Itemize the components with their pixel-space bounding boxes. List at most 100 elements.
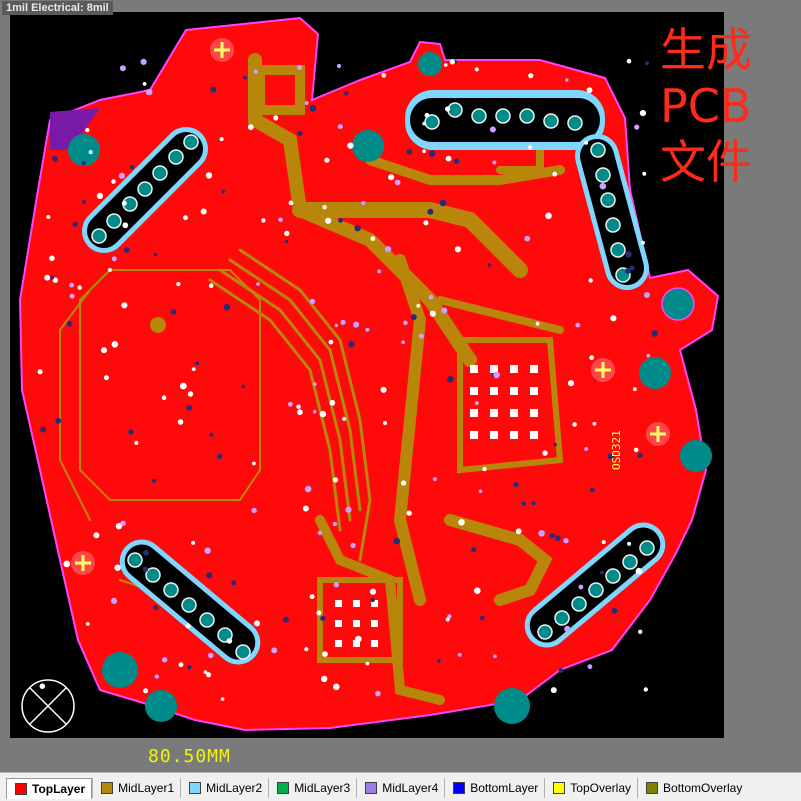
via bbox=[493, 654, 497, 659]
layer-color-swatch bbox=[453, 782, 466, 794]
via bbox=[492, 160, 497, 165]
via bbox=[643, 687, 648, 692]
via bbox=[81, 161, 86, 166]
via bbox=[370, 597, 375, 603]
via bbox=[353, 321, 360, 328]
via bbox=[401, 340, 406, 345]
via bbox=[320, 615, 326, 621]
via bbox=[377, 269, 382, 274]
via bbox=[575, 322, 581, 328]
via bbox=[643, 292, 650, 298]
via bbox=[254, 620, 260, 627]
via bbox=[309, 104, 317, 112]
via bbox=[287, 401, 293, 407]
via bbox=[256, 282, 260, 286]
via bbox=[69, 293, 75, 299]
caption-line-2: PCB bbox=[660, 79, 752, 133]
via bbox=[122, 222, 129, 229]
via bbox=[204, 547, 211, 554]
via bbox=[340, 319, 346, 325]
via bbox=[361, 201, 366, 205]
via bbox=[151, 478, 157, 483]
via bbox=[474, 401, 479, 406]
via bbox=[219, 137, 224, 142]
layer-color-swatch bbox=[365, 782, 378, 794]
via bbox=[453, 158, 460, 164]
via bbox=[142, 566, 149, 573]
via bbox=[337, 124, 343, 130]
via bbox=[82, 200, 87, 204]
via bbox=[333, 683, 340, 691]
layer-tab-bottomoverlay[interactable]: BottomOverlay bbox=[637, 778, 748, 798]
via bbox=[282, 616, 289, 623]
via bbox=[325, 217, 332, 224]
layer-tab-midlayer4[interactable]: MidLayer4 bbox=[356, 778, 444, 798]
via bbox=[342, 416, 347, 421]
via bbox=[210, 86, 217, 93]
layer-tab-midlayer3[interactable]: MidLayer3 bbox=[268, 778, 356, 798]
via bbox=[588, 278, 593, 283]
via bbox=[101, 347, 107, 354]
via bbox=[478, 489, 483, 494]
via bbox=[564, 625, 571, 633]
via bbox=[493, 371, 500, 379]
via bbox=[416, 304, 421, 308]
via bbox=[549, 533, 555, 539]
via bbox=[134, 440, 139, 445]
via bbox=[558, 668, 564, 673]
via bbox=[401, 480, 407, 486]
via bbox=[208, 652, 214, 659]
via bbox=[633, 447, 639, 453]
via bbox=[206, 672, 212, 678]
caption-line-1: 生成 bbox=[660, 23, 752, 77]
via bbox=[423, 220, 429, 226]
via bbox=[369, 588, 377, 595]
via bbox=[208, 283, 214, 289]
via bbox=[322, 651, 328, 657]
via bbox=[521, 501, 526, 506]
via bbox=[651, 330, 658, 337]
via bbox=[88, 150, 93, 155]
via bbox=[432, 477, 437, 482]
layer-tab-label: BottomOverlay bbox=[663, 781, 743, 795]
via bbox=[601, 540, 606, 545]
via bbox=[333, 582, 339, 588]
via bbox=[393, 537, 401, 545]
layer-tab-midlayer1[interactable]: MidLayer1 bbox=[92, 778, 180, 798]
via bbox=[445, 106, 451, 112]
via bbox=[328, 339, 334, 345]
via bbox=[474, 67, 479, 72]
layer-tab-toplayer[interactable]: TopLayer bbox=[6, 777, 93, 799]
via bbox=[449, 59, 455, 65]
via bbox=[153, 605, 159, 611]
layer-tab-topoverlay[interactable]: TopOverlay bbox=[544, 778, 637, 798]
via bbox=[489, 126, 496, 133]
layer-tabs: TopLayer MidLayer1 MidLayer2 MidLayer3 MidLa… bbox=[6, 777, 748, 799]
via bbox=[247, 124, 254, 130]
via bbox=[479, 615, 485, 621]
via bbox=[261, 218, 266, 223]
via bbox=[458, 519, 465, 526]
layer-tab-midlayer2[interactable]: MidLayer2 bbox=[180, 778, 268, 798]
via bbox=[111, 179, 116, 184]
via bbox=[422, 149, 426, 153]
via bbox=[195, 361, 200, 366]
layer-tab-bottomlayer[interactable]: BottomLayer bbox=[444, 778, 544, 798]
via bbox=[531, 501, 536, 506]
via bbox=[110, 597, 118, 605]
via bbox=[278, 217, 283, 223]
layer-tab-label: TopLayer bbox=[32, 781, 86, 796]
via bbox=[111, 256, 117, 262]
via bbox=[297, 130, 303, 137]
pcb-canvas[interactable]: OSD321 1mil Electrical: 8mil 生成 PCB 文件 8… bbox=[0, 0, 801, 772]
via bbox=[129, 164, 135, 170]
via bbox=[385, 246, 392, 253]
via bbox=[271, 647, 278, 654]
via bbox=[220, 697, 225, 701]
via bbox=[253, 69, 258, 74]
via bbox=[336, 63, 342, 69]
via bbox=[599, 182, 607, 190]
via bbox=[338, 218, 343, 223]
via bbox=[587, 664, 593, 670]
caption-line-3: 文件 bbox=[660, 135, 752, 189]
